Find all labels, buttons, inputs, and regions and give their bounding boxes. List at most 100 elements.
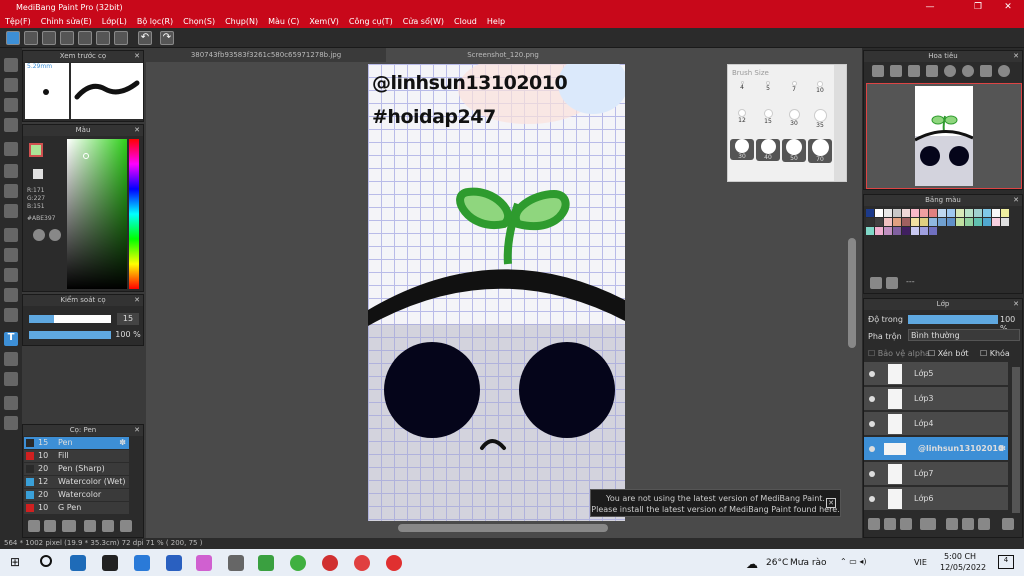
lasso-icon[interactable] bbox=[4, 248, 18, 262]
menu-select[interactable]: Chọn(S) bbox=[183, 17, 215, 26]
close-icon[interactable]: ✕ bbox=[134, 51, 140, 62]
add-color-icon[interactable] bbox=[870, 277, 882, 289]
secondary-color-swatch[interactable] bbox=[33, 169, 43, 179]
zoom-in-icon[interactable] bbox=[872, 65, 884, 77]
menu-file[interactable]: Tệp(F) bbox=[5, 17, 31, 26]
eraser-tool-icon[interactable] bbox=[4, 78, 18, 92]
grid-icon[interactable] bbox=[114, 31, 128, 45]
new-layer-3-icon[interactable] bbox=[900, 518, 912, 530]
duplicate-icon[interactable] bbox=[946, 518, 958, 530]
maximize-button[interactable]: ❐ bbox=[964, 0, 992, 14]
size-value[interactable]: 15 bbox=[117, 313, 139, 325]
palette-swatch[interactable] bbox=[992, 218, 1000, 226]
folder-icon[interactable] bbox=[44, 520, 56, 532]
palette-swatch[interactable] bbox=[983, 218, 991, 226]
app-icon-6[interactable] bbox=[290, 555, 306, 571]
size-40[interactable]: 40 bbox=[756, 139, 780, 161]
reset-icon[interactable] bbox=[998, 65, 1010, 77]
speech-bubble-icon[interactable] bbox=[42, 31, 56, 45]
layer-row-lop5[interactable]: Lớp5 bbox=[864, 362, 1008, 386]
redo-icon[interactable]: ↷ bbox=[160, 31, 174, 45]
palette-swatch[interactable] bbox=[911, 227, 919, 235]
brush-item-watercolor[interactable]: 20 Watercolor bbox=[24, 489, 129, 501]
close-icon[interactable]: ✕ bbox=[826, 498, 836, 508]
size-5[interactable]: 5 bbox=[756, 81, 780, 92]
palette-swatch[interactable] bbox=[875, 218, 883, 226]
navigator-preview[interactable] bbox=[866, 83, 1022, 189]
app-icon-1[interactable] bbox=[70, 555, 86, 571]
palette-swatch[interactable] bbox=[893, 227, 901, 235]
palette-swatch[interactable] bbox=[884, 209, 892, 217]
merge-icon[interactable] bbox=[962, 518, 974, 530]
palette-swatch[interactable] bbox=[1001, 218, 1009, 226]
rect-tool-icon[interactable] bbox=[4, 98, 18, 112]
menu-layer[interactable]: Lớp(L) bbox=[102, 17, 127, 26]
trash-icon[interactable] bbox=[886, 277, 898, 289]
layer-row-text[interactable]: @linhsun13102010 ✽ bbox=[864, 437, 1008, 461]
color-wheel-icon[interactable] bbox=[33, 229, 45, 241]
size-30b[interactable]: 30 bbox=[730, 139, 754, 160]
size-70[interactable]: 70 bbox=[808, 139, 832, 163]
palette-swatch[interactable] bbox=[911, 218, 919, 226]
brush-item-pen[interactable]: 15 Pen ✽ bbox=[24, 437, 129, 449]
protect-alpha-checkbox[interactable]: ☐ Bảo vệ alpha bbox=[868, 349, 930, 358]
visibility-icon[interactable] bbox=[869, 371, 875, 377]
size-10[interactable]: 10 bbox=[808, 81, 832, 94]
palette-swatch[interactable] bbox=[875, 227, 883, 235]
undo-icon[interactable]: ↶ bbox=[138, 31, 152, 45]
select-eraser-icon[interactable] bbox=[4, 308, 18, 322]
minimize-button[interactable]: — bbox=[916, 0, 944, 14]
layer-row-lop7[interactable]: Lớp7 bbox=[864, 462, 1008, 486]
close-icon[interactable]: ✕ bbox=[134, 125, 140, 136]
brush-item-g-pen[interactable]: 10 G Pen bbox=[24, 502, 129, 514]
rotate-left-icon[interactable] bbox=[944, 65, 956, 77]
tray-icons[interactable]: ⌃ ▭ ◂) bbox=[840, 557, 866, 566]
clipping-checkbox[interactable]: ☐ Xén bớt bbox=[928, 349, 968, 358]
clock-date[interactable]: 12/05/2022 bbox=[940, 563, 986, 572]
hand-icon[interactable] bbox=[4, 416, 18, 430]
popup-scrollbar[interactable] bbox=[834, 65, 846, 181]
close-icon[interactable]: ✕ bbox=[1013, 51, 1019, 62]
select-pen-icon[interactable] bbox=[4, 288, 18, 302]
actual-size-icon[interactable] bbox=[926, 65, 938, 77]
menu-window[interactable]: Cửa sổ(W) bbox=[403, 17, 444, 26]
document-canvas[interactable]: @linhsun13102010 #hoidap247 bbox=[368, 64, 625, 521]
magic-wand-icon[interactable] bbox=[4, 268, 18, 282]
palette-swatch[interactable] bbox=[875, 209, 883, 217]
clock-time[interactable]: 5:00 CH bbox=[942, 552, 978, 561]
size-12[interactable]: 12 bbox=[730, 109, 754, 124]
brush-item-watercolor-wet[interactable]: 12 Watercolor (Wet) bbox=[24, 476, 129, 488]
app-icon-3[interactable] bbox=[134, 555, 150, 571]
pen-tool-icon[interactable] bbox=[4, 118, 18, 132]
visibility-icon[interactable] bbox=[869, 396, 875, 402]
primary-color-swatch[interactable] bbox=[29, 143, 43, 157]
operation-icon[interactable] bbox=[4, 352, 18, 366]
hue-slider[interactable] bbox=[129, 139, 139, 289]
size-35[interactable]: 35 bbox=[808, 109, 832, 129]
palette-swatch[interactable] bbox=[920, 209, 928, 217]
bucket-icon[interactable] bbox=[4, 184, 18, 198]
layer-row-lop3[interactable]: Lớp3 bbox=[864, 387, 1008, 411]
text-tool-icon[interactable]: T bbox=[4, 332, 18, 346]
palette-swatch[interactable] bbox=[965, 209, 973, 217]
palette-swatch[interactable] bbox=[920, 227, 928, 235]
tab-image-1[interactable]: 380743fb93583f3261c580c65971278b.jpg bbox=[146, 48, 386, 62]
app-icon-7[interactable] bbox=[386, 555, 402, 571]
palette-swatch[interactable] bbox=[902, 209, 910, 217]
size-slider[interactable] bbox=[29, 315, 111, 323]
palette-swatch[interactable] bbox=[866, 227, 874, 235]
page-icon[interactable] bbox=[84, 520, 96, 532]
app-icon-5[interactable] bbox=[196, 555, 212, 571]
menu-capture[interactable]: Chụp(N) bbox=[225, 17, 258, 26]
pen-icon[interactable] bbox=[4, 396, 18, 410]
palette-swatch[interactable] bbox=[929, 209, 937, 217]
flip-icon[interactable] bbox=[980, 65, 992, 77]
visibility-icon[interactable] bbox=[869, 471, 875, 477]
blend-mode-select[interactable]: Bình thường bbox=[908, 329, 1020, 341]
palette-swatch[interactable] bbox=[866, 218, 874, 226]
visibility-icon[interactable] bbox=[869, 446, 875, 452]
size-30[interactable]: 30 bbox=[782, 109, 806, 127]
opacity-slider[interactable] bbox=[29, 331, 111, 339]
size-7[interactable]: 7 bbox=[782, 81, 806, 93]
palette-swatch[interactable] bbox=[929, 218, 937, 226]
